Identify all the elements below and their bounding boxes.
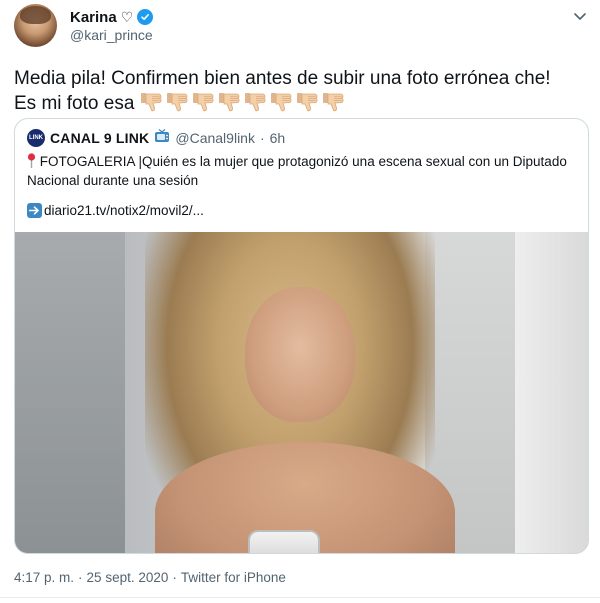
footer-separator: ·: [78, 570, 83, 585]
quoted-time: 6h: [269, 130, 286, 146]
tweet-text-line-1: Media pila! Confirmen bien antes de subi…: [14, 68, 551, 89]
photo-door-frame: [515, 232, 588, 553]
thumbs-down-emoji: [218, 93, 240, 112]
right-arrow-icon: [27, 202, 42, 218]
quoted-photo[interactable]: [15, 232, 588, 553]
quoted-link[interactable]: diario21.tv/notix2/movil2/...: [44, 203, 204, 218]
tweet-date[interactable]: 25 sept. 2020: [87, 570, 169, 585]
tweet-source[interactable]: Twitter for iPhone: [181, 570, 286, 585]
quoted-text-body: FOTOGALERIA |Quién es la mujer que prota…: [27, 154, 567, 188]
quoted-text: FOTOGALERIA |Quién es la mujer que prota…: [27, 152, 577, 190]
thumbs-down-emoji: [192, 93, 214, 112]
television-icon: [154, 128, 170, 148]
thumbs-down-emoji-row: [140, 93, 348, 114]
tweet: Karina ♡ @kari_prince Media pila! Confir…: [0, 0, 600, 603]
thumbs-down-emoji: [296, 93, 318, 112]
quoted-header: LINK CANAL 9 LINK @Canal9link · 6h: [27, 128, 286, 148]
tweet-time[interactable]: 4:17 p. m.: [14, 570, 74, 585]
thumbs-down-emoji: [166, 93, 188, 112]
thumbs-down-emoji: [244, 93, 266, 112]
quoted-avatar: LINK: [27, 129, 45, 147]
photo-phone: [248, 530, 320, 553]
divider: [0, 597, 600, 598]
round-pushpin-icon: [27, 153, 36, 168]
author-display-name[interactable]: Karina: [70, 9, 117, 26]
verified-badge-icon: [137, 9, 154, 25]
author-name-row[interactable]: Karina ♡: [70, 8, 154, 26]
tweet-text-line-2: Es mi foto esa: [14, 91, 589, 116]
tweet-footer: 4:17 p. m. · 25 sept. 2020 · Twitter for…: [14, 570, 286, 585]
quoted-link-row[interactable]: diario21.tv/notix2/movil2/...: [27, 201, 204, 219]
thumbs-down-emoji: [322, 93, 344, 112]
author-handle[interactable]: @kari_prince: [70, 27, 153, 43]
quoted-separator: ·: [259, 130, 265, 146]
chevron-down-icon[interactable]: [572, 10, 588, 22]
footer-separator: ·: [172, 570, 177, 585]
tweet-text-line-2-text: Es mi foto esa: [14, 93, 135, 114]
author-avatar[interactable]: [14, 4, 57, 47]
photo-face: [245, 287, 355, 422]
quoted-handle: @Canal9link: [175, 130, 255, 146]
quoted-avatar-text: LINK: [29, 135, 43, 141]
quoted-name: CANAL 9 LINK: [50, 130, 150, 146]
tweet-text: Media pila! Confirmen bien antes de subi…: [14, 66, 589, 116]
thumbs-down-emoji: [140, 93, 162, 112]
heart-glyph: ♡: [120, 8, 134, 25]
photo-wall-left: [15, 232, 125, 553]
quoted-tweet-card[interactable]: LINK CANAL 9 LINK @Canal9link · 6h FOTOG: [14, 118, 589, 554]
thumbs-down-emoji: [270, 93, 292, 112]
